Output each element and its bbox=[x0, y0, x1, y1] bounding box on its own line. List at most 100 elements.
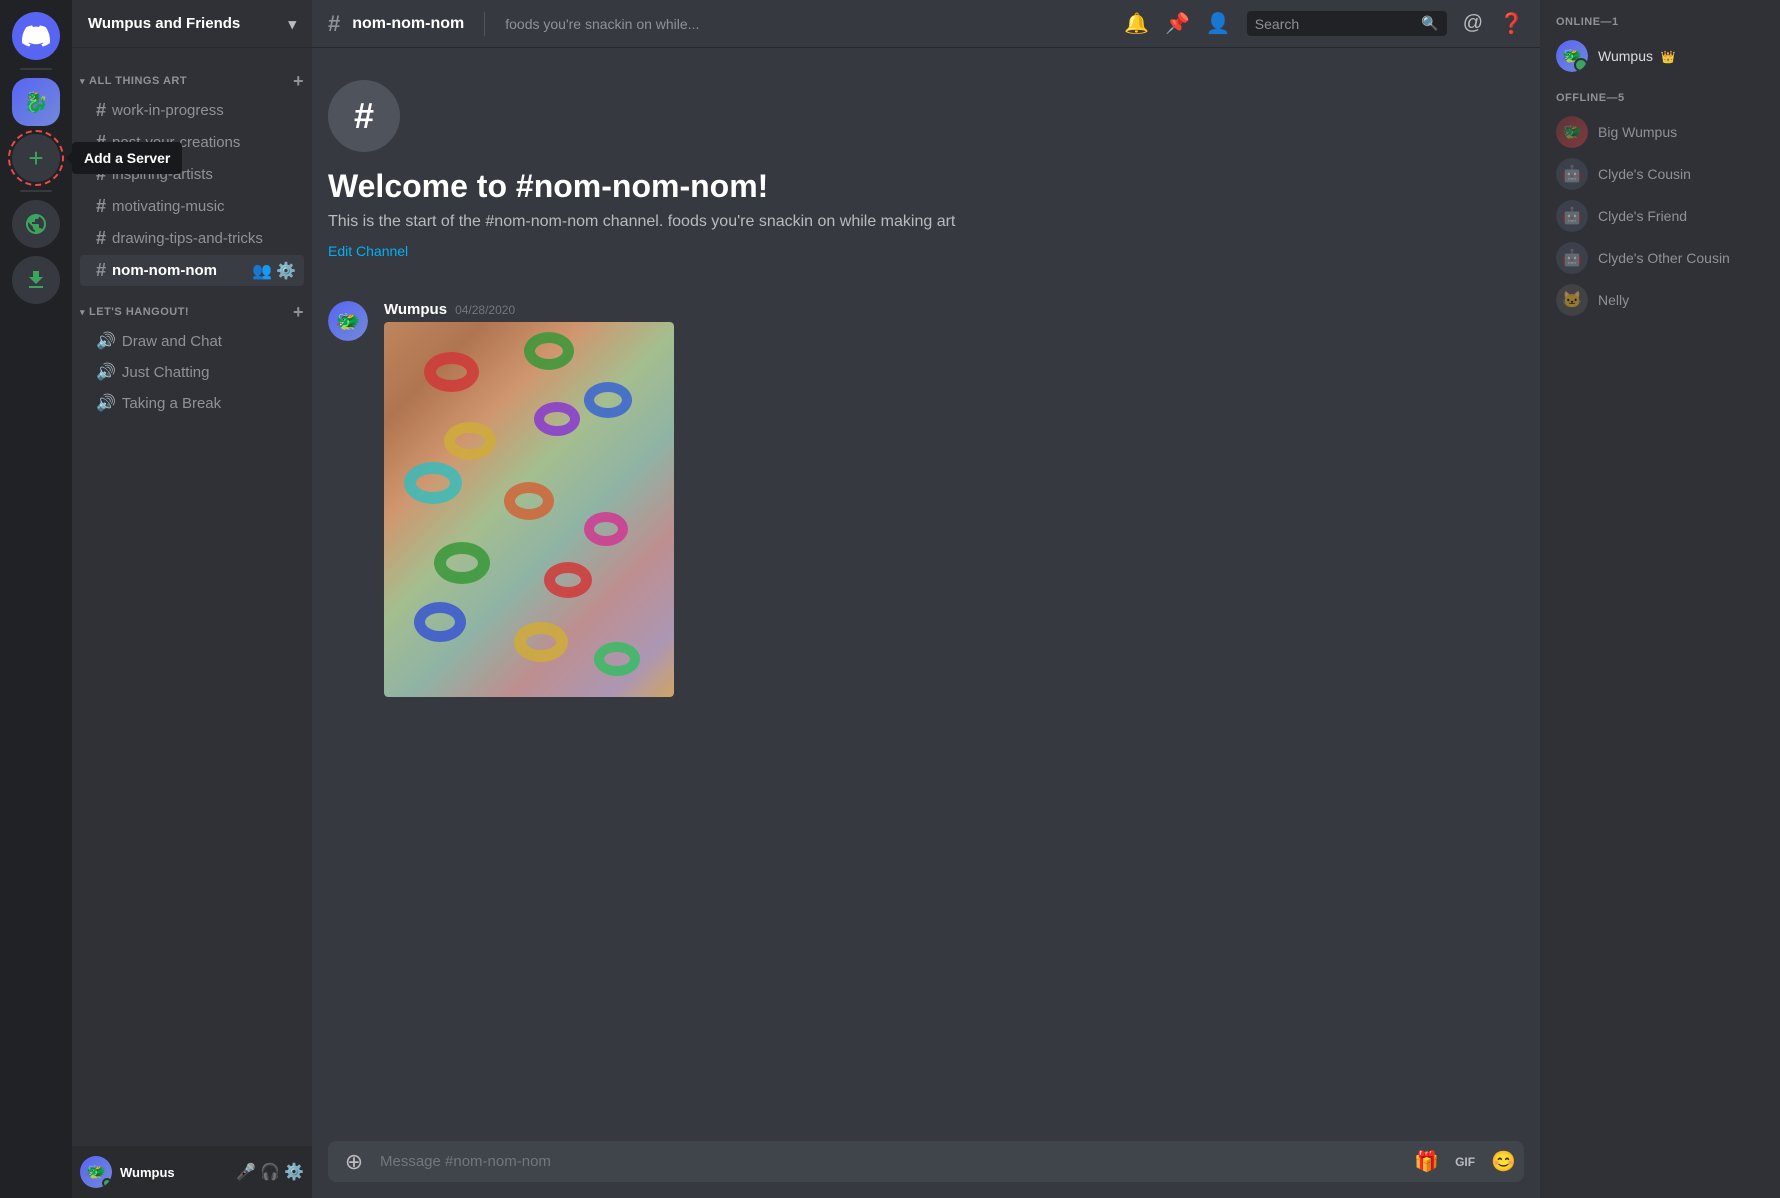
channel-welcome: # Welcome to #nom-nom-nom! This is the s… bbox=[312, 64, 1540, 293]
members-sidebar: ONLINE—1 🐲 Wumpus 👑 OFFLINE—5 🐲 Big Wump… bbox=[1540, 0, 1780, 1198]
offline-section: OFFLINE—5 🐲 Big Wumpus 🤖 Clyde's Cousin … bbox=[1548, 92, 1772, 320]
discord-home-button[interactable] bbox=[12, 12, 60, 60]
channel-inspiring-artists[interactable]: # inspiring-artists bbox=[80, 159, 304, 190]
search-icon: 🔍 bbox=[1421, 15, 1438, 32]
welcome-title: Welcome to #nom-nom-nom! bbox=[328, 168, 1524, 205]
channel-work-in-progress[interactable]: # work-in-progress bbox=[80, 95, 304, 126]
server-name-bar[interactable]: Wumpus and Friends ▾ bbox=[72, 0, 312, 48]
gift-icon[interactable]: 🎁 bbox=[1414, 1149, 1439, 1174]
search-bar[interactable]: 🔍 bbox=[1247, 11, 1447, 36]
edit-channel-link[interactable]: Edit Channel bbox=[328, 243, 408, 259]
member-clydes-cousin[interactable]: 🤖 Clyde's Cousin bbox=[1548, 154, 1772, 194]
channel-header-hash: # bbox=[328, 11, 340, 37]
user-avatar: 🐲 bbox=[80, 1156, 112, 1188]
channel-taking-a-break[interactable]: 🔊 Taking a Break bbox=[80, 388, 304, 418]
welcome-channel-icon: # bbox=[328, 80, 400, 152]
server-name: Wumpus and Friends bbox=[88, 15, 240, 32]
header-separator bbox=[484, 12, 485, 36]
member-nelly[interactable]: 🐱 Nelly bbox=[1548, 280, 1772, 320]
user-panel: 🐲 Wumpus 🎤 🎧 ⚙️ bbox=[72, 1146, 312, 1198]
channel-drawing-tips-and-tricks[interactable]: # drawing-tips-and-tricks bbox=[80, 223, 304, 254]
channel-topic: foods you're snackin on while... bbox=[505, 16, 1112, 32]
welcome-description: This is the start of the #nom-nom-nom ch… bbox=[328, 213, 1524, 231]
server-sidebar: 🐉 + Add a Server bbox=[0, 0, 72, 1198]
server-divider bbox=[20, 68, 52, 70]
crown-icon: 👑 bbox=[1661, 50, 1676, 64]
category-all-things-art[interactable]: ▾ ALL THINGS ART + bbox=[72, 56, 312, 94]
channel-draw-and-chat[interactable]: 🔊 Draw and Chat bbox=[80, 326, 304, 356]
deafen-button[interactable]: 🎧 bbox=[260, 1162, 280, 1182]
voice-channel-icon: 🔊 bbox=[96, 331, 116, 351]
main-content: # nom-nom-nom foods you're snackin on wh… bbox=[312, 0, 1540, 1198]
channel-just-chatting[interactable]: 🔊 Just Chatting bbox=[80, 357, 304, 387]
server-menu-chevron: ▾ bbox=[288, 15, 296, 33]
message-timestamp: 04/28/2020 bbox=[455, 303, 515, 317]
text-channel-icon: # bbox=[96, 196, 106, 217]
member-clydes-friend-name: Clyde's Friend bbox=[1598, 208, 1687, 224]
search-input[interactable] bbox=[1255, 16, 1414, 32]
channel-nom-nom-nom[interactable]: # nom-nom-nom 👥 ⚙️ bbox=[80, 255, 304, 286]
text-channel-icon: # bbox=[96, 100, 106, 121]
message-author-avatar: 🐲 bbox=[328, 301, 368, 341]
add-channel-art-button[interactable]: + bbox=[293, 72, 304, 90]
members-list-icon[interactable]: 👤 bbox=[1206, 11, 1231, 36]
member-wumpus-avatar: 🐲 bbox=[1556, 40, 1588, 72]
member-big-wumpus-name: Big Wumpus bbox=[1598, 124, 1677, 140]
add-server-button[interactable]: + bbox=[12, 134, 60, 182]
download-apps-button[interactable] bbox=[12, 256, 60, 304]
member-clydes-friend-avatar: 🤖 bbox=[1556, 200, 1588, 232]
notification-bell-icon[interactable]: 🔔 bbox=[1124, 11, 1149, 36]
member-big-wumpus[interactable]: 🐲 Big Wumpus bbox=[1548, 112, 1772, 152]
mention-icon[interactable]: @ bbox=[1463, 12, 1483, 35]
member-clydes-cousin-name: Clyde's Cousin bbox=[1598, 166, 1691, 182]
text-channel-icon: # bbox=[96, 132, 106, 153]
user-actions: 🎤 🎧 ⚙️ bbox=[236, 1162, 304, 1182]
member-clydes-friend[interactable]: 🤖 Clyde's Friend bbox=[1548, 196, 1772, 236]
user-info: Wumpus bbox=[120, 1165, 228, 1180]
wumpus-server-icon[interactable]: 🐉 bbox=[12, 78, 60, 126]
attach-file-button[interactable]: ⊕ bbox=[336, 1144, 372, 1180]
member-wumpus[interactable]: 🐲 Wumpus 👑 bbox=[1548, 36, 1772, 76]
message-group: 🐲 Wumpus 04/28/2020 bbox=[312, 293, 1540, 705]
pin-icon[interactable]: 📌 bbox=[1165, 11, 1190, 36]
chat-input-box: ⊕ 🎁 GIF 😊 bbox=[328, 1141, 1524, 1182]
channel-list: ▾ ALL THINGS ART + # work-in-progress # … bbox=[72, 48, 312, 1146]
channel-post-your-creations[interactable]: # post-your-creations bbox=[80, 127, 304, 158]
member-big-wumpus-avatar: 🐲 bbox=[1556, 116, 1588, 148]
add-channel-hangout-button[interactable]: + bbox=[293, 303, 304, 321]
text-channel-icon: # bbox=[96, 164, 106, 185]
emoji-button[interactable]: 😊 bbox=[1491, 1149, 1516, 1174]
text-channel-icon: # bbox=[96, 228, 106, 249]
member-clydes-other-cousin-avatar: 🤖 bbox=[1556, 242, 1588, 274]
message-input[interactable] bbox=[380, 1141, 1406, 1182]
messages-area: # Welcome to #nom-nom-nom! This is the s… bbox=[312, 48, 1540, 1141]
member-clydes-other-cousin[interactable]: 🤖 Clyde's Other Cousin bbox=[1548, 238, 1772, 278]
channel-motivating-music[interactable]: # motivating-music bbox=[80, 191, 304, 222]
member-clydes-other-cousin-name: Clyde's Other Cousin bbox=[1598, 250, 1730, 266]
category-arrow-art: ▾ bbox=[80, 76, 85, 87]
chat-input-area: ⊕ 🎁 GIF 😊 bbox=[312, 1141, 1540, 1198]
member-clydes-cousin-avatar: 🤖 bbox=[1556, 158, 1588, 190]
category-lets-hangout[interactable]: ▾ LET'S HANGOUT! + bbox=[72, 287, 312, 325]
add-member-icon[interactable]: 👥 bbox=[252, 261, 272, 281]
category-arrow-hangout: ▾ bbox=[80, 307, 85, 318]
settings-icon[interactable]: ⚙️ bbox=[276, 261, 296, 281]
voice-channel-icon: 🔊 bbox=[96, 393, 116, 413]
member-wumpus-name: Wumpus 👑 bbox=[1598, 48, 1676, 64]
member-nelly-avatar: 🐱 bbox=[1556, 284, 1588, 316]
help-icon[interactable]: ❓ bbox=[1499, 11, 1524, 36]
header-actions: 🔔 📌 👤 🔍 @ ❓ bbox=[1124, 11, 1524, 36]
message-content: Wumpus 04/28/2020 bbox=[384, 301, 674, 697]
current-user-name: Wumpus bbox=[120, 1165, 228, 1180]
message-author-name: Wumpus bbox=[384, 301, 447, 318]
message-header: Wumpus 04/28/2020 bbox=[384, 301, 674, 318]
channel-actions: 👥 ⚙️ bbox=[252, 261, 296, 281]
add-server-container: + Add a Server bbox=[12, 134, 60, 182]
channel-sidebar: Wumpus and Friends ▾ ▾ ALL THINGS ART + … bbox=[72, 0, 312, 1198]
mute-button[interactable]: 🎤 bbox=[236, 1162, 256, 1182]
text-channel-icon: # bbox=[96, 260, 106, 281]
user-settings-button[interactable]: ⚙️ bbox=[284, 1162, 304, 1182]
gif-button[interactable]: GIF bbox=[1451, 1153, 1479, 1171]
explore-servers-button[interactable] bbox=[12, 200, 60, 248]
status-indicator bbox=[102, 1178, 112, 1188]
